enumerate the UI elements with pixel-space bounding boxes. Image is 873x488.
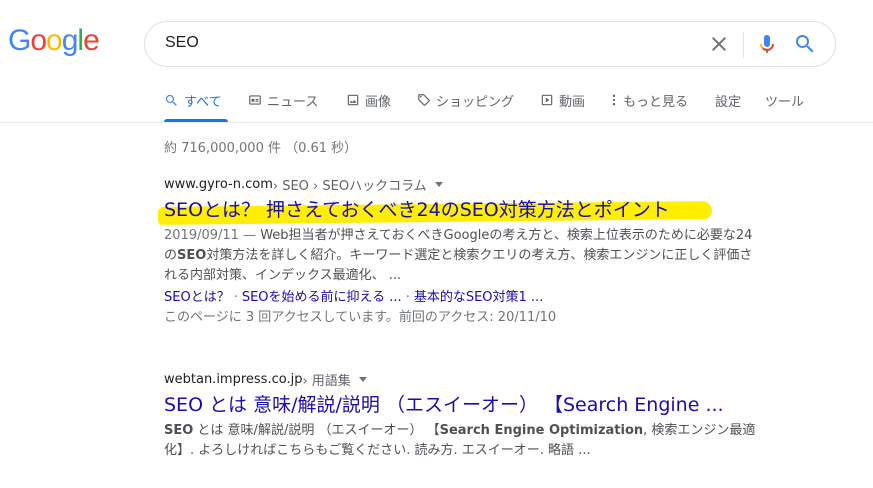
result-url[interactable]: webtan.impress.co.jp › 用語集 xyxy=(164,370,764,389)
google-logo[interactable]: Google xyxy=(8,24,100,57)
tab-label: ショッピング xyxy=(436,94,515,110)
result-snippet: SEO とは 意味/解説/説明 （エスイーオー） 【Search Engine … xyxy=(164,421,764,461)
search-icon[interactable] xyxy=(793,32,817,56)
sitelink[interactable]: SEOを始める前に抑える ... xyxy=(242,290,402,305)
divider xyxy=(743,32,744,58)
tab-videos[interactable]: 動画 xyxy=(540,89,585,111)
tab-label: 設定 xyxy=(715,94,742,110)
logo-letter: g xyxy=(61,24,79,57)
tab-tools[interactable]: ツール xyxy=(765,89,804,111)
tab-settings[interactable]: 設定 xyxy=(715,89,741,111)
chevron-down-icon[interactable] xyxy=(434,182,443,187)
result-stats: 約 716,000,000 件 （0.61 秒） xyxy=(164,141,358,156)
search-result: www.gyro-n.com › SEO › SEOハックコラム SEOとは？ … xyxy=(164,175,764,328)
tag-icon xyxy=(418,94,430,106)
search-result: webtan.impress.co.jp › 用語集 SEO とは 意味/解説/… xyxy=(164,370,764,461)
sitelink[interactable]: 基本的なSEO対策1 ... xyxy=(414,290,544,305)
search-input[interactable]: SEO xyxy=(165,34,199,52)
result-path: › SEO › SEOハックコラム xyxy=(272,179,427,194)
microphone-icon[interactable] xyxy=(755,31,779,57)
logo-letter: o xyxy=(46,24,63,57)
result-title[interactable]: SEO とは 意味/解説/説明 （エスイーオー） 【Search Engine … xyxy=(164,393,764,417)
result-path: › 用語集 xyxy=(302,374,351,389)
snippet-keyword: Search Engine Optimization xyxy=(439,423,644,438)
logo-letter: G xyxy=(8,24,31,57)
logo-letter: o xyxy=(30,24,47,57)
result-site: www.gyro-n.com xyxy=(164,177,273,192)
snippet-keyword: SEO xyxy=(177,248,207,263)
video-icon xyxy=(541,94,553,106)
snippet-text: 対策方法を詳しく紹介。キーワード選定と検索クエリの考え方、検索エンジンに正しく評… xyxy=(164,248,753,283)
visit-history: このページに 3 回アクセスしています。前回のアクセス: 20/11/10 xyxy=(164,310,557,325)
snippet-keyword: SEO xyxy=(164,423,194,438)
result-date: 2019/09/11 — xyxy=(164,228,261,243)
result-sitelinks: SEOとは？ · SEOを始める前に抑える ... · 基本的なSEO対策1 ... xyxy=(164,288,764,308)
tab-all[interactable]: すべて xyxy=(164,89,222,111)
result-snippet: 2019/09/11 — Web担当者が押さえておくべきGoogleの考え方と、… xyxy=(164,226,764,286)
result-site: webtan.impress.co.jp xyxy=(164,372,303,387)
sitelink-separator: · xyxy=(233,290,238,305)
tab-label: すべて xyxy=(184,94,222,110)
close-icon[interactable] xyxy=(707,32,731,56)
header-divider xyxy=(0,122,873,123)
snippet-text: とは 意味/解説/説明 （エスイーオー） 【 xyxy=(193,423,440,438)
tab-images[interactable]: 画像 xyxy=(346,89,391,111)
result-title[interactable]: SEOとは？ 押さえておくべき24のSEO対策方法とポイント xyxy=(164,198,764,222)
logo-letter: e xyxy=(83,24,100,57)
result-url[interactable]: www.gyro-n.com › SEO › SEOハックコラム xyxy=(164,175,764,194)
sitelink-separator: · xyxy=(405,290,410,305)
tab-news[interactable]: ニュース xyxy=(248,89,318,111)
sitelink[interactable]: SEOとは？ xyxy=(164,290,230,305)
tab-label: 画像 xyxy=(365,94,392,110)
image-icon xyxy=(347,94,359,106)
more-icon xyxy=(612,94,616,106)
tab-label: もっと見る xyxy=(623,94,689,110)
tab-more[interactable]: もっと見る xyxy=(610,89,688,111)
search-icon xyxy=(165,94,177,106)
tab-label: 動画 xyxy=(559,94,586,110)
search-box[interactable]: SEO xyxy=(144,21,836,67)
news-icon xyxy=(249,95,261,105)
chevron-down-icon[interactable] xyxy=(358,377,367,382)
tab-label: ツール xyxy=(765,94,805,110)
tab-label: ニュース xyxy=(267,94,319,110)
tab-shopping[interactable]: ショッピング xyxy=(417,89,514,111)
